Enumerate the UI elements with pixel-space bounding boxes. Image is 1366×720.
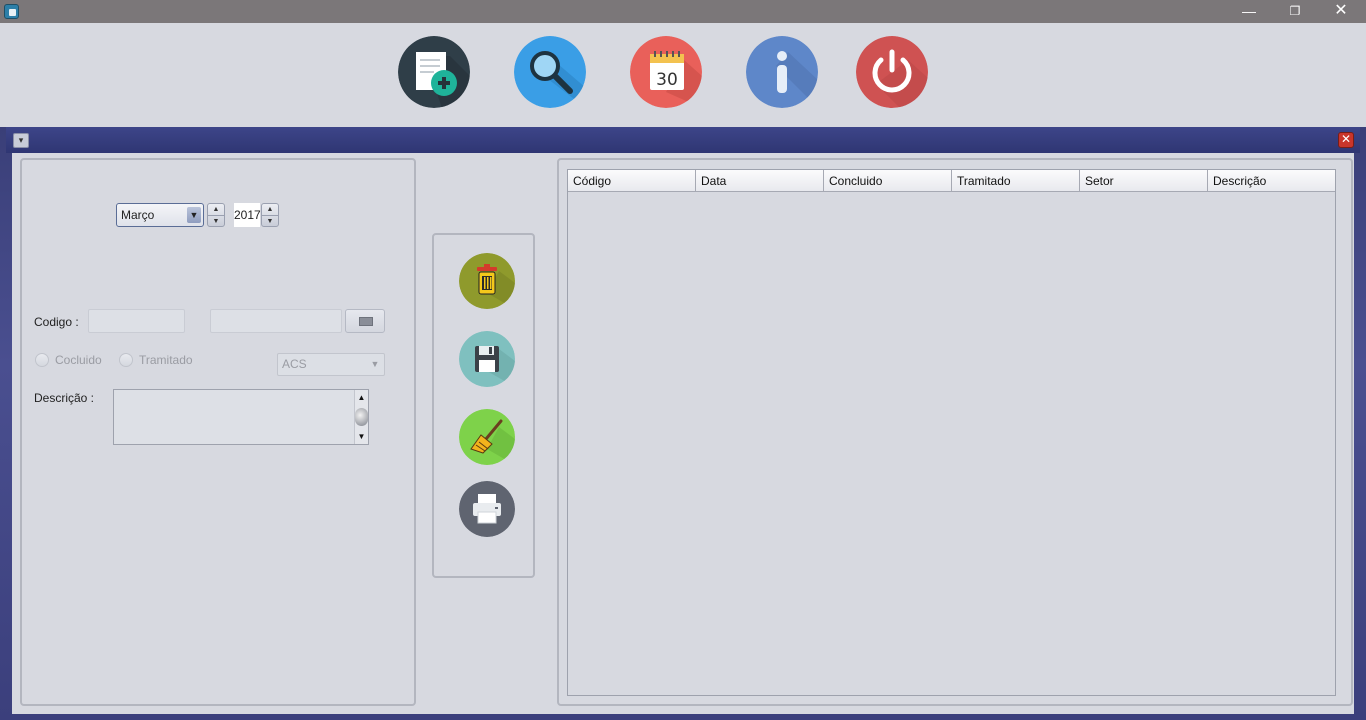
spin-up-icon[interactable]: ▲ [262,204,278,215]
year-input[interactable]: 2017 [234,203,261,227]
descricao-scrollbar[interactable]: ▲ ▼ [354,390,368,444]
form-panel: Março ▼ ▲ ▼ 2017 ▲ ▼ Codigo : Cocluido T… [20,158,416,706]
codigo-label: Codigo : [34,315,79,329]
column-header-descricao[interactable]: Descrição [1208,170,1335,192]
chevron-down-icon: ▼ [187,207,201,223]
records-table[interactable]: Código Data Concluido Tramitado Setor De… [567,169,1336,696]
power-icon [856,36,928,108]
radio-circle-icon [35,353,49,367]
close-window-button[interactable]: ✕ [1318,0,1364,23]
info-button[interactable] [746,36,818,108]
clear-button[interactable] [459,409,515,465]
maximize-button[interactable]: ❐ [1272,0,1318,23]
desktop-area: ▾ ✕ Março ▼ ▲ ▼ 2017 ▲ ▼ Codigo : Coclui… [0,127,1366,720]
column-header-data[interactable]: Data [696,170,824,192]
table-header: Código Data Concluido Tramitado Setor De… [568,170,1335,192]
actions-panel [432,233,535,578]
floppy-save-icon [459,331,515,387]
column-header-setor[interactable]: Setor [1080,170,1208,192]
frame-menu-button[interactable]: ▾ [13,133,29,148]
broom-icon [459,409,515,465]
internal-frame-titlebar: ▾ ✕ [6,127,1360,153]
column-header-tramitado[interactable]: Tramitado [952,170,1080,192]
tramitado-radio[interactable]: Tramitado [119,353,193,367]
chevron-down-icon: ▼ [370,359,380,369]
print-button[interactable] [459,481,515,537]
printer-icon [459,481,515,537]
tramitado-label: Tramitado [139,353,193,367]
concluido-label: Cocluido [55,353,102,367]
descricao-textarea[interactable]: ▲ ▼ [113,389,369,445]
trash-icon [459,253,515,309]
minimize-button[interactable]: — [1226,0,1272,23]
spin-down-icon[interactable]: ▼ [208,215,224,226]
calendar-button[interactable]: 30 [630,36,702,108]
info-icon [746,36,818,108]
descricao-label: Descrição : [34,391,95,405]
internal-frame-content: Março ▼ ▲ ▼ 2017 ▲ ▼ Codigo : Cocluido T… [12,153,1354,714]
exit-button[interactable] [856,36,928,108]
calendar-small-icon [359,317,373,326]
calendar-day-number: 30 [656,70,678,90]
scroll-up-icon[interactable]: ▲ [355,391,368,404]
column-header-codigo[interactable]: Código [568,170,696,192]
radio-circle-icon [119,353,133,367]
save-button[interactable] [459,331,515,387]
table-panel: Código Data Concluido Tramitado Setor De… [557,158,1353,706]
setor-select[interactable]: ACS ▼ [277,353,385,376]
scroll-thumb[interactable] [355,408,368,426]
spin-down-icon[interactable]: ▼ [262,215,278,226]
main-toolbar: 30 [0,23,1366,127]
frame-close-button[interactable]: ✕ [1338,132,1354,148]
column-header-concluido[interactable]: Concluido [824,170,952,192]
setor-select-value: ACS [282,357,307,371]
delete-button[interactable] [459,253,515,309]
calendar-icon: 30 [630,36,702,108]
codigo-field[interactable] [88,309,185,333]
date-picker-button[interactable] [345,309,385,333]
concluido-radio[interactable]: Cocluido [35,353,102,367]
spin-up-icon[interactable]: ▲ [208,204,224,215]
scroll-down-icon[interactable]: ▼ [355,430,368,443]
new-record-button[interactable] [398,36,470,108]
year-spinner[interactable]: ▲ ▼ [261,203,279,227]
window-titlebar: — ❐ ✕ [0,0,1366,23]
month-spinner[interactable]: ▲ ▼ [207,203,225,227]
date-field[interactable] [210,309,342,333]
month-select[interactable]: Março ▼ [116,203,204,227]
search-button[interactable] [514,36,586,108]
search-icon [514,36,586,108]
app-icon [4,4,19,19]
new-document-icon [398,36,470,108]
month-select-value: Março [121,208,155,222]
